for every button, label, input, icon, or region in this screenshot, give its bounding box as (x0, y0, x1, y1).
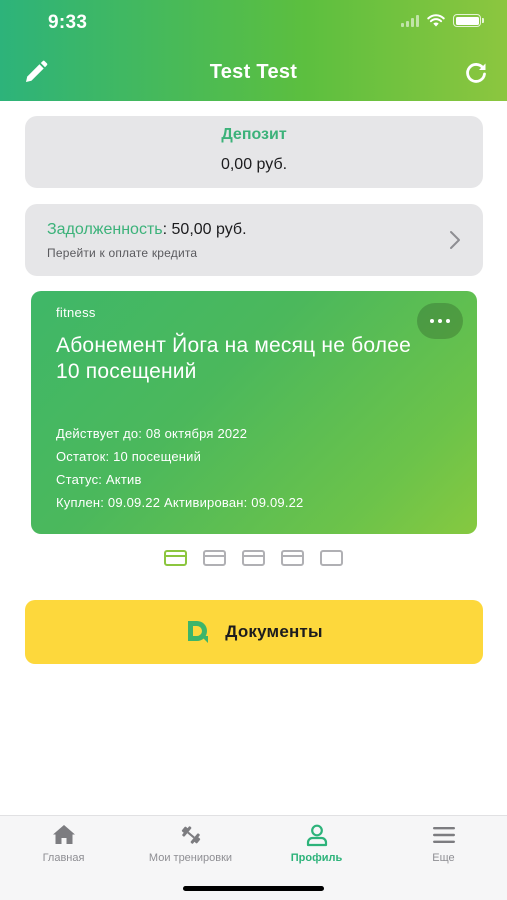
pager-card-icon-1[interactable] (164, 550, 187, 566)
tab-profile-label: Профиль (290, 852, 343, 864)
chevron-right-icon (450, 231, 460, 249)
debt-line: Задолженность: 50,00 руб. (47, 221, 247, 239)
menu-icon (432, 827, 455, 843)
subscription-purchased: Куплен: 09.09.22 Активирован: 09.09.22 (56, 495, 304, 510)
subscription-remaining: Остаток: 10 посещений (56, 449, 202, 464)
subscription-details: Действует до: 08 октября 2022 Остаток: 1… (56, 422, 304, 514)
debt-label: Задолженность (47, 221, 163, 238)
pager-card-icon-4[interactable] (281, 550, 304, 566)
documents-logo-icon (188, 621, 209, 643)
status-time: 9:33 (48, 12, 88, 33)
tab-profile[interactable]: Профиль (253, 816, 380, 876)
home-indicator (183, 886, 324, 891)
status-bar: 9:33 (0, 0, 507, 46)
signal-icon (401, 14, 419, 27)
subscription-card[interactable]: fitness Абонемент Йога на месяц не более… (31, 291, 477, 534)
app-header: 9:33 Test Test (0, 0, 507, 101)
deposit-value: 0,00 руб. (220, 156, 288, 173)
refresh-icon[interactable] (463, 60, 489, 86)
ellipsis-icon (430, 319, 434, 323)
subscription-category: fitness (56, 305, 96, 320)
tab-home[interactable]: Главная (0, 816, 127, 876)
page-title: Test Test (209, 61, 298, 83)
subscription-valid-until: Действует до: 08 октября 2022 (56, 426, 248, 441)
tab-more[interactable]: Еще (380, 816, 507, 876)
pager-card-icon-2[interactable] (203, 550, 226, 566)
profile-icon (306, 824, 327, 847)
pager-card-icon-5[interactable] (320, 550, 343, 566)
nav-bar: Test Test (0, 46, 507, 101)
dumbbell-icon (181, 826, 200, 844)
debt-value: : 50,00 руб. (162, 221, 247, 238)
subscription-status: Статус: Актив (56, 472, 142, 487)
subscription-title: Абонемент Йога на месяц не более 10 посе… (56, 334, 411, 383)
battery-icon (453, 14, 484, 27)
tab-more-label: Еще (432, 852, 455, 864)
deposit-card: Депозит 0,00 руб. (25, 116, 483, 188)
home-icon (52, 825, 75, 844)
tab-workouts-label: Мои тренировки (148, 852, 233, 864)
pager-card-icon-3[interactable] (242, 550, 265, 566)
debt-subtitle: Перейти к оплате кредита (47, 246, 198, 260)
card-pager (0, 550, 507, 566)
tab-home-label: Главная (42, 852, 85, 864)
debt-card[interactable]: Задолженность: 50,00 руб. Перейти к опла… (25, 204, 483, 276)
status-icons (401, 14, 484, 27)
documents-button[interactable]: Документы (25, 600, 483, 664)
deposit-title: Депозит (221, 126, 287, 143)
documents-label: Документы (225, 622, 323, 641)
wifi-icon (427, 14, 445, 27)
tab-workouts[interactable]: Мои тренировки (127, 816, 254, 876)
